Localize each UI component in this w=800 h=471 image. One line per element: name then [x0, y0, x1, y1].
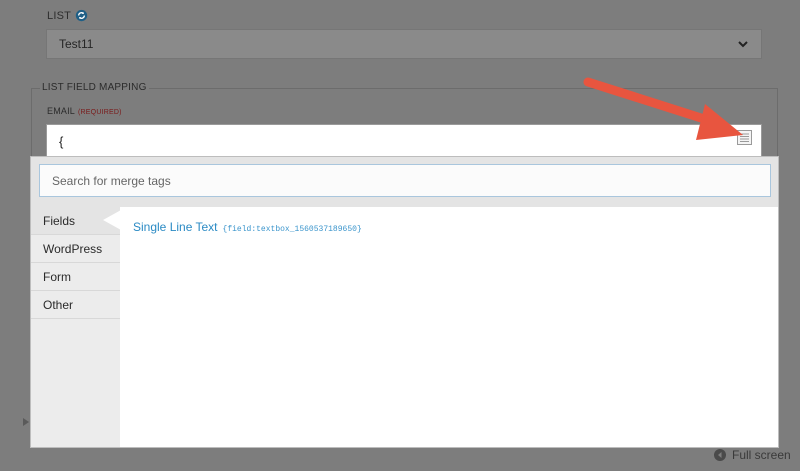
list-label: LIST	[47, 9, 88, 22]
category-wordpress[interactable]: WordPress	[31, 235, 120, 263]
email-label-text: EMAIL	[47, 106, 76, 116]
search-bar	[31, 157, 778, 207]
annotation-arrow	[583, 77, 743, 140]
email-field-value: {	[59, 133, 64, 149]
list-label-text: LIST	[47, 9, 72, 22]
required-marker: (REQUIRED)	[78, 109, 122, 116]
list-select-value: Test11	[59, 37, 94, 51]
merge-tag-label[interactable]: Single Line Text	[133, 220, 218, 234]
merge-tags-popup: Fields WordPress Form Other Single Line …	[31, 157, 778, 447]
email-label: EMAIL (REQUIRED)	[47, 106, 122, 116]
side-expand-arrow[interactable]	[23, 418, 29, 426]
search-input[interactable]	[39, 164, 771, 197]
category-other[interactable]: Other	[31, 291, 120, 319]
merge-tag-item[interactable]: Single Line Text {field:textbox_15605371…	[133, 220, 362, 234]
fullscreen-button[interactable]: Full screen	[714, 448, 791, 462]
chevron-down-icon	[738, 41, 748, 48]
refresh-icon[interactable]	[75, 9, 88, 22]
fullscreen-icon	[714, 449, 726, 461]
fullscreen-label: Full screen	[732, 448, 791, 462]
list-select[interactable]: Test11	[46, 29, 762, 59]
active-category-pointer	[103, 210, 121, 230]
field-mapping-legend: LIST FIELD MAPPING	[40, 82, 149, 93]
merge-tag-categories: Fields WordPress Form Other	[31, 207, 120, 447]
merge-tag-code: {field:textbox_1560537189650}	[222, 225, 362, 234]
category-form[interactable]: Form	[31, 263, 120, 291]
